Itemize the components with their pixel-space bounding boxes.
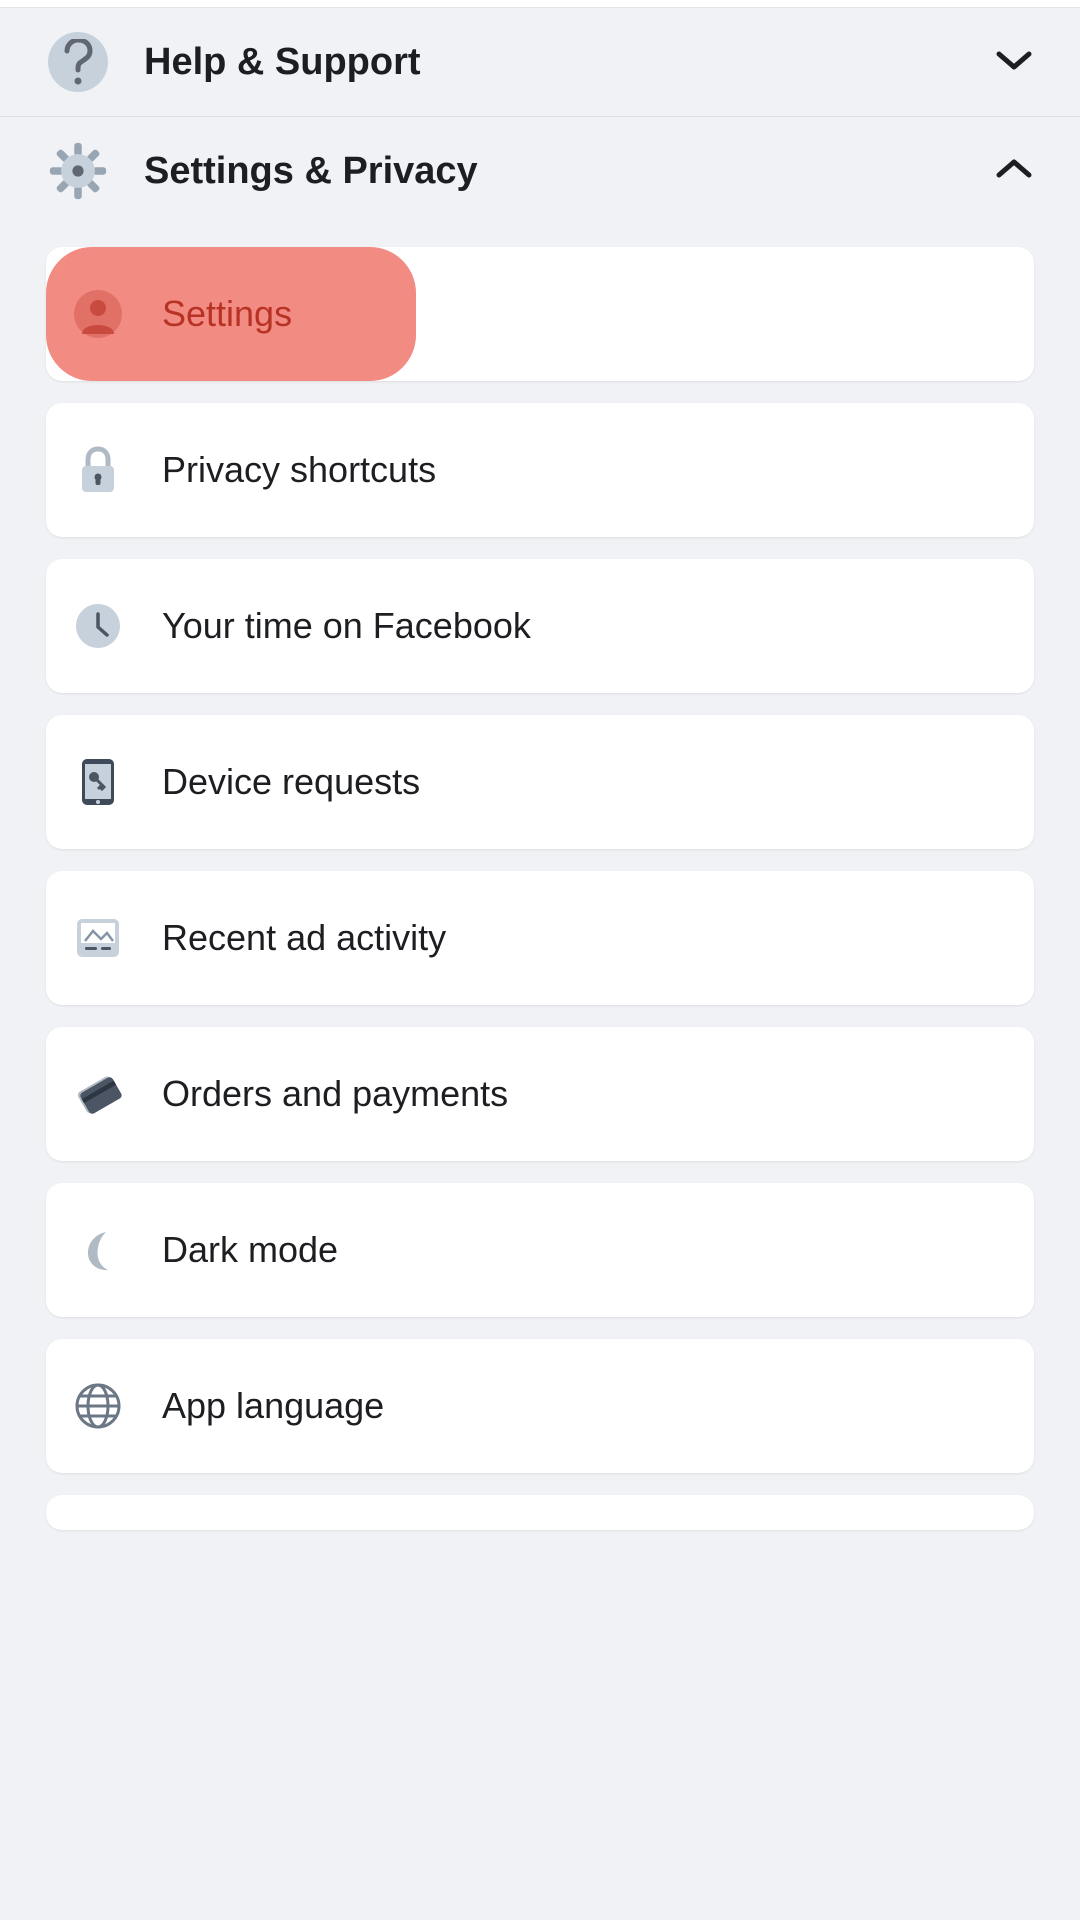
menu-item-label: Dark mode: [162, 1229, 338, 1271]
chevron-down-icon: [996, 50, 1032, 75]
settings-privacy-section[interactable]: Settings & Privacy: [0, 117, 1080, 225]
menu-item-label: App language: [162, 1385, 384, 1427]
menu-item-label: Orders and payments: [162, 1073, 508, 1115]
image-icon: [74, 914, 122, 962]
settings-privacy-title: Settings & Privacy: [144, 150, 1032, 193]
previous-card-edge: [0, 0, 1080, 8]
menu-item-settings[interactable]: Settings: [46, 247, 1034, 381]
menu-item-label: Your time on Facebook: [162, 605, 531, 647]
menu-item-privacy-shortcuts[interactable]: Privacy shortcuts: [46, 403, 1034, 537]
menu-item-recent-ad-activity[interactable]: Recent ad activity: [46, 871, 1034, 1005]
menu-item-app-language[interactable]: App language: [46, 1339, 1034, 1473]
person-circle-icon: [74, 290, 122, 338]
menu-item-your-time[interactable]: Your time on Facebook: [46, 559, 1034, 693]
credit-card-icon: [74, 1070, 122, 1118]
help-icon: [48, 32, 108, 92]
help-support-section[interactable]: Help & Support: [0, 8, 1080, 117]
phone-key-icon: [74, 758, 122, 806]
menu-item-label: Privacy shortcuts: [162, 449, 436, 491]
menu-item-label: Device requests: [162, 761, 420, 803]
menu-item-partial[interactable]: [46, 1495, 1034, 1530]
menu-item-label: Recent ad activity: [162, 917, 446, 959]
help-support-title: Help & Support: [144, 41, 1032, 84]
chevron-up-icon: [996, 159, 1032, 184]
clock-icon: [74, 602, 122, 650]
menu-item-label: Settings: [162, 293, 292, 335]
moon-icon: [74, 1226, 122, 1274]
lock-icon: [74, 446, 122, 494]
gear-icon: [48, 141, 108, 201]
menu-item-device-requests[interactable]: Device requests: [46, 715, 1034, 849]
settings-privacy-list: Settings Privacy shortcuts Your time on …: [0, 247, 1080, 1530]
menu-item-orders-payments[interactable]: Orders and payments: [46, 1027, 1034, 1161]
menu-item-dark-mode[interactable]: Dark mode: [46, 1183, 1034, 1317]
globe-icon: [74, 1382, 122, 1430]
